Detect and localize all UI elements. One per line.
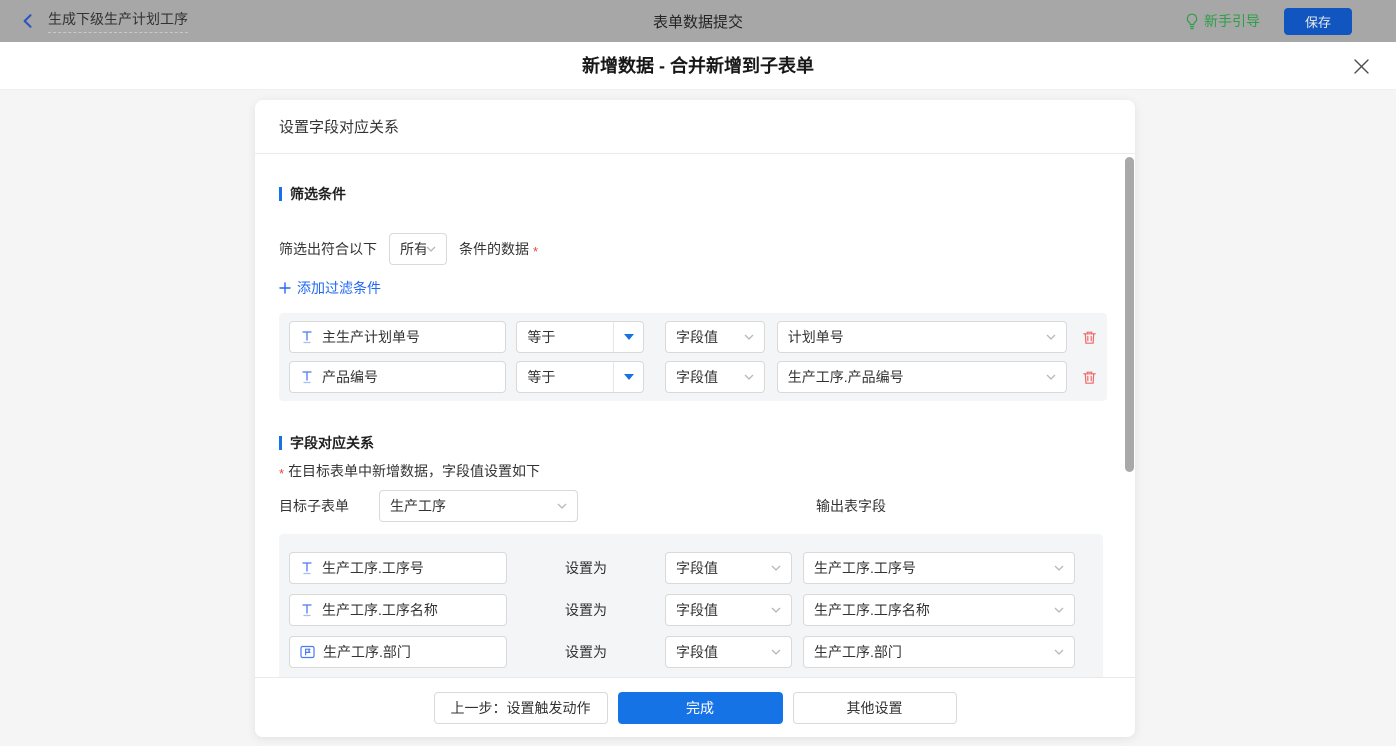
- set-as-label: 设置为: [565, 558, 609, 578]
- top-bar: 生成下级生产计划工序 表单数据提交 新手引导 保存: [0, 0, 1396, 42]
- target-subform-line: 目标子表单 生产工序 输出表字段: [279, 490, 1111, 522]
- mapping-field-input[interactable]: 生产工序.工序名称: [289, 594, 507, 626]
- text-field-icon: [300, 603, 314, 617]
- settings-card: 设置字段对应关系 筛选条件 筛选出符合以下 所有 条件的数据 *: [255, 100, 1135, 737]
- department-icon: [300, 645, 315, 659]
- back-chevron-icon: [19, 12, 37, 30]
- filter-value-select[interactable]: 计划单号: [777, 321, 1067, 353]
- operator-select[interactable]: 等于: [516, 361, 644, 393]
- modal-title: 新增数据 - 合并新增到子表单: [0, 42, 1396, 90]
- match-mode-select[interactable]: 所有: [389, 233, 447, 265]
- back-button[interactable]: [18, 11, 38, 31]
- filter-condition-line: 筛选出符合以下 所有 条件的数据 *: [279, 233, 1111, 265]
- filter-row: 产品编号 等于 字段值 生产工序.产品编号: [289, 361, 1097, 393]
- operator-caret-button[interactable]: [613, 362, 643, 392]
- other-settings-button[interactable]: 其他设置: [793, 692, 957, 724]
- mapping-section-heading: 字段对应关系: [279, 433, 1111, 453]
- operator-caret-button[interactable]: [613, 322, 643, 352]
- add-filter-condition-label: 添加过滤条件: [297, 278, 381, 298]
- set-as-label: 设置为: [565, 600, 609, 620]
- finish-button[interactable]: 完成: [618, 692, 783, 724]
- set-as-label: 设置为: [565, 642, 609, 662]
- mapping-field-label: 生产工序.部门: [323, 642, 411, 662]
- card-header-title: 设置字段对应关系: [255, 100, 1135, 154]
- triangle-down-icon: [624, 334, 634, 340]
- chevron-down-icon: [1046, 334, 1056, 340]
- add-filter-condition-link[interactable]: 添加过滤条件: [279, 278, 381, 298]
- mapping-value-select[interactable]: 生产工序.工序号: [803, 552, 1075, 584]
- mapping-rows-panel: 生产工序.工序号 设置为 字段值 生产工序.工序号: [279, 534, 1103, 677]
- value-type-select[interactable]: 字段值: [665, 552, 792, 584]
- chevron-down-icon: [771, 607, 781, 613]
- card-scroll-area: 筛选条件 筛选出符合以下 所有 条件的数据 * 添加过滤条件: [255, 154, 1135, 677]
- chevron-down-icon: [1054, 565, 1064, 571]
- chevron-down-icon: [1054, 607, 1064, 613]
- previous-step-button[interactable]: 上一步：设置触发动作: [434, 692, 608, 724]
- filter-field-input[interactable]: 主生产计划单号: [289, 321, 506, 353]
- filter-field-label: 产品编号: [322, 367, 378, 387]
- filter-suffix-label: 条件的数据: [459, 239, 529, 259]
- filter-field-label: 主生产计划单号: [322, 327, 420, 347]
- text-field-icon: [300, 330, 314, 344]
- value-type-select[interactable]: 字段值: [665, 361, 765, 393]
- modal-body: 设置字段对应关系 筛选条件 筛选出符合以下 所有 条件的数据 *: [0, 90, 1396, 746]
- delete-row-button[interactable]: [1082, 370, 1097, 385]
- mapping-field-label: 生产工序.工序号: [322, 558, 424, 578]
- value-type-select[interactable]: 字段值: [665, 321, 765, 353]
- mapping-value-select[interactable]: 生产工序.部门: [803, 636, 1075, 668]
- chevron-down-icon: [1054, 649, 1064, 655]
- filter-field-input[interactable]: 产品编号: [289, 361, 506, 393]
- modal-header: 新增数据 - 合并新增到子表单: [0, 42, 1396, 90]
- mapping-row: 生产工序.工序号 设置为 字段值 生产工序.工序号: [289, 552, 1093, 584]
- chevron-down-icon: [744, 334, 754, 340]
- section-accent-bar: [279, 187, 282, 201]
- text-field-icon: [300, 561, 314, 575]
- filter-heading-label: 筛选条件: [290, 184, 346, 204]
- chevron-down-icon: [557, 503, 567, 509]
- output-fields-label: 输出表字段: [816, 496, 886, 516]
- chevron-down-icon: [1046, 374, 1056, 380]
- section-accent-bar: [279, 436, 282, 450]
- target-subform-label: 目标子表单: [279, 496, 349, 516]
- filter-section-heading: 筛选条件: [279, 184, 1111, 204]
- chevron-down-icon: [426, 246, 436, 252]
- mapping-field-label: 生产工序.工序名称: [322, 600, 438, 620]
- filter-prefix-label: 筛选出符合以下: [279, 239, 377, 259]
- mapping-description-line: * 在目标表单中新增数据，字段值设置如下: [279, 461, 1111, 481]
- close-icon[interactable]: [1353, 58, 1370, 75]
- mapping-row: 生产工序.部门 设置为 字段值 生产工序.部门: [289, 636, 1093, 668]
- chevron-down-icon: [771, 649, 781, 655]
- trash-icon: [1082, 370, 1097, 385]
- operator-select[interactable]: 等于: [516, 321, 644, 353]
- mapping-field-input[interactable]: 生产工序.工序号: [289, 552, 507, 584]
- mapping-heading-label: 字段对应关系: [290, 433, 374, 453]
- workflow-title[interactable]: 生成下级生产计划工序: [48, 9, 188, 33]
- triangle-down-icon: [624, 374, 634, 380]
- chevron-down-icon: [744, 374, 754, 380]
- text-field-icon: [300, 370, 314, 384]
- trash-icon: [1082, 330, 1097, 345]
- plus-icon: [279, 282, 291, 294]
- scrollbar-thumb[interactable]: [1125, 157, 1134, 472]
- mapping-field-input[interactable]: 生产工序.部门: [289, 636, 507, 668]
- mapping-value-select[interactable]: 生产工序.工序名称: [803, 594, 1075, 626]
- value-type-select[interactable]: 字段值: [665, 594, 792, 626]
- required-asterisk: *: [279, 466, 284, 481]
- filter-row: 主生产计划单号 等于 字段值 计划单号: [289, 321, 1097, 353]
- mapping-row: 生产工序.工序名称 设置为 字段值 生产工序.工序名称: [289, 594, 1093, 626]
- delete-row-button[interactable]: [1082, 330, 1097, 345]
- mapping-description-label: 在目标表单中新增数据，字段值设置如下: [288, 461, 540, 481]
- beginner-guide-label: 新手引导: [1204, 11, 1260, 31]
- value-type-select[interactable]: 字段值: [665, 636, 792, 668]
- target-subform-select[interactable]: 生产工序: [379, 490, 578, 522]
- beginner-guide-link[interactable]: 新手引导: [1185, 11, 1260, 31]
- required-asterisk: *: [533, 244, 538, 259]
- chevron-down-icon: [771, 565, 781, 571]
- save-button[interactable]: 保存: [1284, 8, 1352, 35]
- modal-footer: 上一步：设置触发动作 完成 其他设置: [255, 677, 1135, 737]
- lightbulb-icon: [1185, 13, 1199, 30]
- filter-value-select[interactable]: 生产工序.产品编号: [777, 361, 1067, 393]
- filter-rows-panel: 主生产计划单号 等于 字段值 计划单号: [279, 313, 1107, 401]
